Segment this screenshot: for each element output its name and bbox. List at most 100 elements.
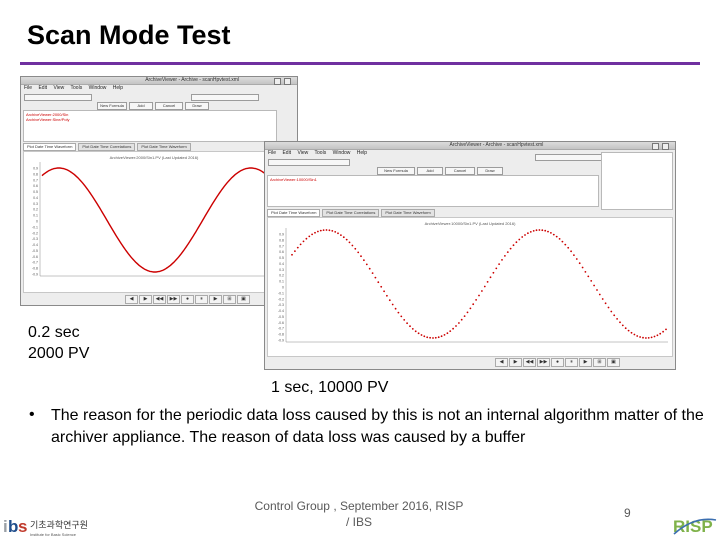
next-icon[interactable]: ▶ xyxy=(509,358,522,367)
tab-correlations[interactable]: Plot Date Time Correlations xyxy=(78,143,136,151)
forward-icon[interactable]: ▶▶ xyxy=(537,358,550,367)
y-tick-label: 0.2 xyxy=(279,274,284,278)
tab-waveform-2[interactable]: Plot Date Time Waveform xyxy=(137,143,191,151)
menu-window[interactable]: Window xyxy=(89,85,107,91)
sine-sample-point xyxy=(311,233,313,236)
record-icon[interactable]: ● xyxy=(551,358,564,367)
grid-icon[interactable]: ⊞ xyxy=(223,295,236,304)
sine-sample-point xyxy=(466,311,469,314)
sine-sample-point xyxy=(613,314,616,317)
bullet-text: The reason for the periodic data loss ca… xyxy=(51,407,704,446)
menu-edit[interactable]: Edit xyxy=(282,150,291,156)
sine-sample-point xyxy=(598,293,601,296)
prev-icon[interactable]: ◀ xyxy=(125,295,138,304)
pause-icon[interactable]: ⏸ xyxy=(195,295,208,304)
plot-tabs: Plot Date Time Waveform Plot Date Time Co… xyxy=(23,143,193,151)
search-input[interactable] xyxy=(268,159,350,166)
forward-icon[interactable]: ▶▶ xyxy=(167,295,180,304)
rewind-icon[interactable]: ◀◀ xyxy=(153,295,166,304)
next-icon[interactable]: ▶ xyxy=(139,295,152,304)
menu-file[interactable]: File xyxy=(24,85,32,91)
tab-waveform[interactable]: Plot Date Time Waveform xyxy=(23,143,77,151)
minimize-icon[interactable] xyxy=(652,143,659,150)
draw-button[interactable]: Draw xyxy=(477,167,503,175)
menu-tools[interactable]: Tools xyxy=(71,85,83,91)
bullet-marker: • xyxy=(29,406,35,423)
pv-item[interactable]: ArchiveViewer:10000/Sin1 xyxy=(270,177,317,182)
sine-sample-point xyxy=(460,318,463,321)
new-formula-button[interactable]: New Formula xyxy=(377,167,415,175)
sine-sample-point xyxy=(420,334,423,336)
sine-sample-point xyxy=(521,236,524,238)
menu-view[interactable]: View xyxy=(297,150,308,156)
close-icon[interactable] xyxy=(284,78,291,85)
draw-button[interactable]: Draw xyxy=(185,102,209,110)
prev-icon[interactable]: ◀ xyxy=(495,358,508,367)
search-input[interactable] xyxy=(24,94,92,101)
minimize-icon[interactable] xyxy=(274,78,281,85)
menu-tools[interactable]: Tools xyxy=(315,150,327,156)
play-icon[interactable]: ▶ xyxy=(579,358,592,367)
add-button[interactable]: Add xyxy=(417,167,443,175)
export-icon[interactable]: ▣ xyxy=(607,358,620,367)
y-tick-label: 0.9 xyxy=(279,233,284,237)
record-icon[interactable]: ● xyxy=(181,295,194,304)
sine-sample-point xyxy=(348,241,351,244)
sine-sample-point xyxy=(604,302,607,305)
sine-sample-point xyxy=(449,330,452,332)
sine-sample-point xyxy=(357,251,360,254)
sine-sample-point xyxy=(386,294,388,297)
y-tick-label: 0.1 xyxy=(279,280,284,284)
play-icon[interactable]: ▶ xyxy=(209,295,222,304)
sine-sample-point xyxy=(414,330,417,333)
page-number: 9 xyxy=(624,506,631,520)
sine-sample-point xyxy=(426,336,429,339)
tab-waveform-2[interactable]: Plot Date Time Waveform xyxy=(381,209,435,217)
sine-sample-point xyxy=(440,335,443,338)
sine-sample-point xyxy=(570,250,572,253)
archive-select[interactable] xyxy=(535,154,607,161)
sine-sample-point xyxy=(567,246,570,249)
sine-sample-point xyxy=(475,299,477,301)
sine-sample-point xyxy=(659,332,662,335)
grid-icon[interactable]: ⊞ xyxy=(593,358,606,367)
pause-icon[interactable]: ⏸ xyxy=(565,358,578,367)
cancel-button[interactable]: Cancel xyxy=(155,102,183,110)
caption-left-line1: 0.2 sec xyxy=(28,324,80,341)
new-formula-button[interactable]: New Formula xyxy=(97,102,127,110)
y-tick-label: -0.9 xyxy=(278,339,284,343)
plot-navigation: ◀ ▶ ◀◀ ▶▶ ● ⏸ ▶ ⊞ ▣ xyxy=(125,295,251,304)
sine-sample-point xyxy=(403,319,406,321)
sine-sample-point xyxy=(354,247,357,250)
menu-window[interactable]: Window xyxy=(333,150,351,156)
sine-sample-point xyxy=(391,303,394,306)
menu-help[interactable]: Help xyxy=(357,150,367,156)
y-tick-label: 0.5 xyxy=(33,190,38,194)
menu-file[interactable]: File xyxy=(268,150,276,156)
sine-sample-point xyxy=(377,281,380,284)
sine-sample-point xyxy=(374,276,377,279)
y-tick-label: 0.3 xyxy=(33,202,38,206)
close-icon[interactable] xyxy=(662,143,669,150)
sine-sample-point xyxy=(619,321,621,324)
archive-select[interactable] xyxy=(191,94,259,101)
sine-sample-point xyxy=(616,318,618,320)
pv-item[interactable]: ArchiveViewer:Sine/Poly xyxy=(26,117,70,122)
export-icon[interactable]: ▣ xyxy=(237,295,250,304)
menu-view[interactable]: View xyxy=(53,85,64,91)
y-tick-label: -0.1 xyxy=(32,225,38,229)
sine-sample-point xyxy=(529,231,532,233)
tab-waveform[interactable]: Plot Date Time Waveform xyxy=(267,209,321,217)
sine-sample-point xyxy=(509,247,512,250)
menu-edit[interactable]: Edit xyxy=(38,85,47,91)
sine-sample-point xyxy=(397,311,400,314)
tab-correlations[interactable]: Plot Date Time Correlations xyxy=(322,209,380,217)
sine-sample-point xyxy=(587,275,590,278)
add-button[interactable]: Add xyxy=(129,102,153,110)
rewind-icon[interactable]: ◀◀ xyxy=(523,358,536,367)
cancel-button[interactable]: Cancel xyxy=(445,167,475,175)
window-title: ArchiveViewer - Archive - scanHpvtest.xm… xyxy=(449,142,544,148)
sine-sample-point xyxy=(437,336,440,339)
sine-sample-point xyxy=(429,336,431,339)
menu-help[interactable]: Help xyxy=(113,85,123,91)
